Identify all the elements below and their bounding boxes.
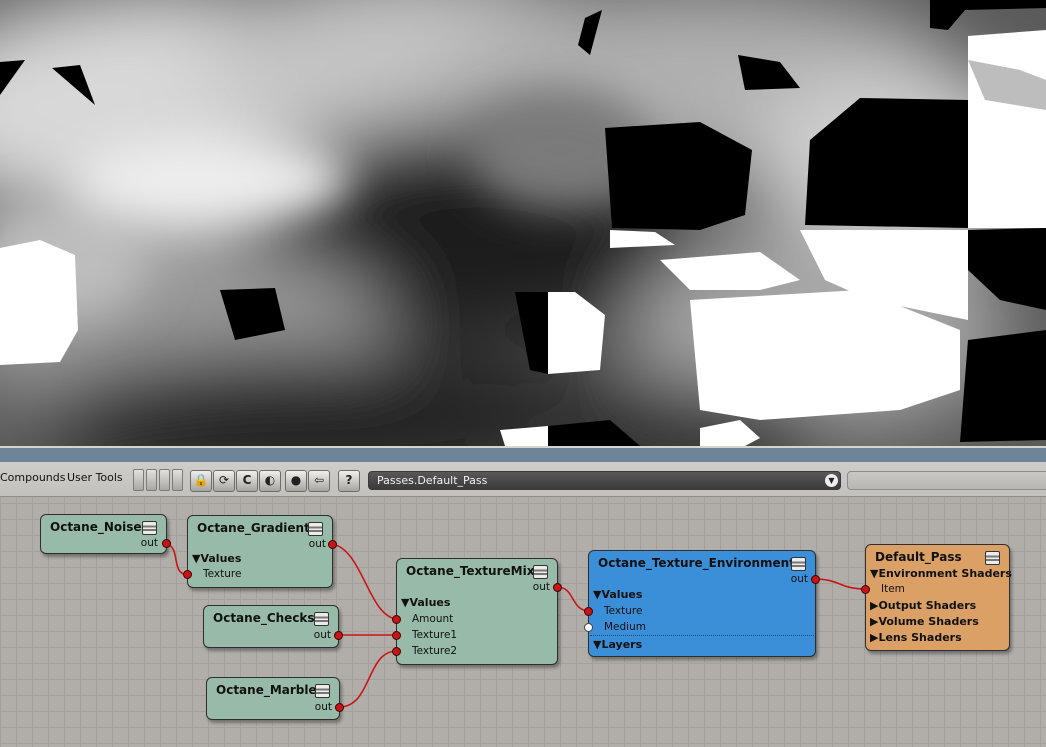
values-section[interactable]: ▼Values	[192, 552, 241, 565]
back-arrow-icon[interactable]: ⇦	[308, 470, 330, 492]
node-octane-texturemix[interactable]: Octane_TextureMix out ▼Values Amount Tex…	[392, 558, 562, 665]
node-title: Octane_Noise	[50, 520, 142, 534]
node-octane-gradient[interactable]: Octane_Gradient out ▼Values Texture	[183, 515, 337, 588]
port-out-label: out	[314, 701, 332, 713]
input-port-texture1[interactable]	[392, 631, 401, 640]
input-port-texture[interactable]	[183, 570, 192, 579]
node-octane-texture-environment[interactable]: Octane_Texture_Environment out ▼Values T…	[584, 550, 820, 657]
user-tools-menu[interactable]: User Tools	[67, 471, 123, 484]
output-port[interactable]	[335, 703, 344, 712]
pass-selector-dropdown[interactable]: Passes.Default_Pass ▼	[368, 471, 841, 490]
output-port[interactable]	[328, 540, 337, 549]
section-divider	[590, 635, 814, 636]
toolbar-grip-handle[interactable]	[133, 469, 183, 491]
chevron-down-icon: ▼	[825, 474, 838, 487]
node-collapse-icon[interactable]	[142, 521, 157, 535]
node-title: Octane_Marble	[216, 683, 317, 697]
node-octane-marble[interactable]: Octane_Marble out	[206, 677, 344, 720]
input-port-texture[interactable]	[584, 607, 593, 616]
port-amount-label: Amount	[412, 613, 454, 625]
clear-icon[interactable]: C	[236, 470, 258, 492]
node-title: Default_Pass	[875, 550, 962, 564]
node-octane-checks[interactable]: Octane_Checks out	[203, 605, 343, 648]
volume-shaders-section[interactable]: ▶Volume Shaders	[870, 615, 979, 628]
port-texture1-label: Texture1	[412, 629, 458, 641]
port-texture2-label: Texture2	[412, 645, 458, 657]
help-icon[interactable]: ?	[338, 470, 360, 492]
node-title: Octane_TextureMix	[406, 564, 535, 578]
input-port-medium[interactable]	[584, 623, 593, 632]
port-out-label: out	[140, 537, 158, 549]
output-port[interactable]	[334, 631, 343, 640]
search-field[interactable]	[847, 471, 1046, 490]
port-texture-label: Texture	[203, 568, 242, 580]
port-texture-label: Texture	[604, 605, 643, 617]
values-section[interactable]: ▼Values	[593, 588, 642, 601]
node-default-pass[interactable]: Default_Pass ▼Environment Shaders Item ▶…	[861, 544, 1012, 651]
node-collapse-icon[interactable]	[308, 522, 323, 536]
node-octane-noise[interactable]: Octane_Noise out	[40, 514, 171, 554]
globe-icon[interactable]: ◐	[259, 470, 281, 492]
node-title: Octane_Gradient	[197, 521, 310, 535]
node-graph-canvas[interactable]: Octane_Noise out Octane_Gradient out ▼Va…	[0, 497, 1046, 747]
node-collapse-icon[interactable]	[985, 551, 1000, 565]
output-shaders-section[interactable]: ▶Output Shaders	[870, 599, 976, 612]
input-port-item[interactable]	[861, 585, 870, 594]
environment-shaders-section[interactable]: ▼Environment Shaders	[870, 567, 1012, 580]
lens-shaders-section[interactable]: ▶Lens Shaders	[870, 631, 962, 644]
port-out-label: out	[313, 629, 331, 641]
panel-splitter[interactable]	[0, 446, 1046, 462]
compounds-menu[interactable]: Compounds	[0, 471, 66, 484]
output-port[interactable]	[162, 539, 171, 548]
port-out-label: out	[532, 581, 550, 593]
node-collapse-icon[interactable]	[314, 612, 329, 626]
lock-icon[interactable]: 🔒	[190, 470, 212, 492]
port-out-label: out	[790, 573, 808, 585]
render-image	[0, 0, 1046, 446]
layers-section[interactable]: ▼Layers	[593, 638, 642, 651]
output-port[interactable]	[553, 583, 562, 592]
input-port-amount[interactable]	[392, 615, 401, 624]
values-section[interactable]: ▼Values	[401, 596, 450, 609]
render-tree-toolbar: Compounds User Tools 🔒 ⟳ C ◐ ● ⇦ ? Passe…	[0, 462, 1046, 497]
node-title: Octane_Checks	[213, 611, 315, 625]
node-title: Octane_Texture_Environment	[598, 556, 795, 570]
refresh-icon[interactable]: ⟳	[213, 470, 235, 492]
node-collapse-icon[interactable]	[791, 557, 806, 571]
port-item-label: Item	[881, 583, 905, 595]
material-sphere-icon[interactable]: ●	[285, 470, 307, 492]
render-viewport[interactable]	[0, 0, 1046, 446]
node-collapse-icon[interactable]	[315, 684, 330, 698]
port-medium-label: Medium	[604, 621, 646, 633]
pass-selector-value: Passes.Default_Pass	[377, 474, 488, 487]
node-collapse-icon[interactable]	[533, 565, 548, 579]
port-out-label: out	[308, 538, 326, 550]
output-port[interactable]	[811, 575, 820, 584]
input-port-texture2[interactable]	[392, 647, 401, 656]
